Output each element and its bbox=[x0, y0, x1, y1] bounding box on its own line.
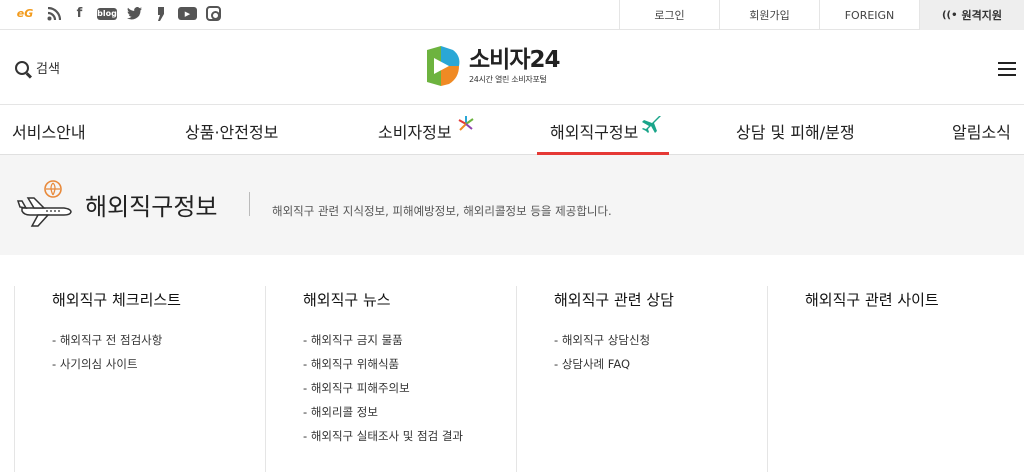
list-item[interactable]: 해외직구 상담신청 bbox=[554, 328, 767, 352]
twitter-icon[interactable] bbox=[126, 5, 143, 22]
site-header: 검색 소비자24 24시간 열린 소비자포털 bbox=[0, 31, 1024, 105]
column-title: 해외직구 관련 사이트 bbox=[805, 291, 939, 309]
search-button[interactable]: 검색 bbox=[15, 58, 60, 77]
nav-item-consultation[interactable]: 상담 및 피해/분쟁 bbox=[736, 119, 855, 143]
column-sites: 해외직구 관련 사이트 bbox=[767, 286, 1018, 472]
signal-icon: ((• bbox=[941, 9, 958, 21]
nav-item-notice[interactable]: 알림소식 bbox=[952, 119, 1011, 143]
nav-item-service[interactable]: 서비스안내 bbox=[12, 119, 86, 143]
youtube-icon[interactable]: ▶ bbox=[178, 7, 197, 20]
page-title: 해외직구정보 bbox=[85, 193, 218, 221]
remote-support-label: 원격지원 bbox=[961, 9, 1003, 22]
overseas-plane-icon bbox=[16, 180, 72, 227]
menu-icon[interactable] bbox=[998, 62, 1016, 76]
list-item[interactable]: 해외직구 피해주의보 bbox=[303, 376, 516, 400]
column-consultation: 해외직구 관련 상담 해외직구 상담신청 상담사례 FAQ bbox=[516, 286, 767, 472]
main-nav: 서비스안내 상품·안전정보 소비자정보 해외직구정보 상담 및 피해/분쟁 알림… bbox=[0, 105, 1024, 155]
search-icon bbox=[15, 60, 29, 75]
site-logo[interactable]: 소비자24 24시간 열린 소비자포털 bbox=[423, 44, 560, 88]
utility-bar: eG f blog ▶ 로그인 회원가입 FOREIGN ((• 원격지원 bbox=[0, 0, 1024, 30]
eg-icon[interactable]: eG bbox=[14, 5, 36, 22]
column-news: 해외직구 뉴스 해외직구 금지 물품 해외직구 위해식품 해외직구 피해주의보 … bbox=[265, 286, 516, 472]
nav-item-consumer-info[interactable]: 소비자정보 bbox=[378, 119, 452, 143]
column-title: 해외직구 뉴스 bbox=[303, 291, 391, 309]
facebook-icon[interactable]: f bbox=[71, 5, 88, 22]
list-item[interactable]: 해외직구 금지 물품 bbox=[303, 328, 516, 352]
nav-item-overseas[interactable]: 해외직구정보 bbox=[550, 119, 638, 143]
list-item[interactable]: 해외직구 위해식품 bbox=[303, 352, 516, 376]
category-columns: 해외직구 체크리스트 해외직구 전 점검사항 사기의심 사이트 해외직구 뉴스 … bbox=[14, 286, 1024, 472]
post-icon[interactable] bbox=[152, 5, 169, 22]
list-item[interactable]: 상담사례 FAQ bbox=[554, 352, 767, 376]
sparkle-icon bbox=[458, 116, 474, 131]
rss-icon[interactable] bbox=[45, 5, 62, 22]
logo-mark-icon bbox=[427, 46, 460, 86]
list-item[interactable]: 사기의심 사이트 bbox=[52, 352, 265, 376]
column-title: 해외직구 관련 상담 bbox=[554, 291, 674, 309]
column-title: 해외직구 체크리스트 bbox=[52, 291, 181, 309]
top-links: 로그인 회원가입 FOREIGN ((• 원격지원 bbox=[619, 0, 1024, 30]
page-description: 해외직구 관련 지식정보, 피해예방정보, 해외리콜정보 등을 제공합니다. bbox=[272, 204, 612, 218]
column-checklist: 해외직구 체크리스트 해외직구 전 점검사항 사기의심 사이트 bbox=[14, 286, 265, 472]
social-links: eG f blog ▶ bbox=[14, 5, 221, 22]
join-link[interactable]: 회원가입 bbox=[719, 0, 819, 30]
list-item[interactable]: 해외리콜 정보 bbox=[303, 400, 516, 424]
foreign-link[interactable]: FOREIGN bbox=[819, 0, 919, 30]
list-item[interactable]: 해외직구 실태조사 및 점검 결과 bbox=[303, 424, 516, 448]
logo-name: 소비자24 bbox=[469, 47, 560, 73]
page-banner: 해외직구정보 해외직구 관련 지식정보, 피해예방정보, 해외리콜정보 등을 제… bbox=[0, 155, 1024, 255]
instagram-icon[interactable] bbox=[206, 6, 221, 21]
logo-tagline: 24시간 열린 소비자포털 bbox=[469, 75, 547, 84]
login-link[interactable]: 로그인 bbox=[619, 0, 719, 30]
list-item[interactable]: 해외직구 전 점검사항 bbox=[52, 328, 265, 352]
airplane-icon bbox=[642, 116, 661, 133]
remote-support-button[interactable]: ((• 원격지원 bbox=[919, 0, 1024, 30]
blog-icon[interactable]: blog bbox=[97, 7, 117, 20]
nav-item-product-safety[interactable]: 상품·안전정보 bbox=[185, 119, 278, 143]
search-label: 검색 bbox=[36, 62, 60, 77]
title-divider bbox=[249, 192, 250, 216]
